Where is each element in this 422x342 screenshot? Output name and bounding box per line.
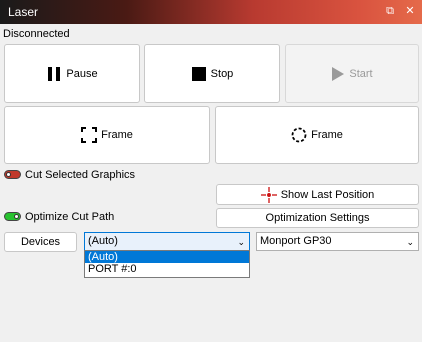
optimize-cut-path-toggle[interactable] [4,212,21,221]
port-select[interactable]: (Auto) ⌄ [84,232,250,251]
stop-label: Stop [210,67,234,80]
toggle-knob [6,172,11,177]
port-option[interactable]: PORT #:0 [85,263,249,275]
window-titlebar: Laser ⧉ ✕ [0,0,422,24]
port-dropdown-list: (Auto) PORT #:0 [84,250,250,278]
close-icon[interactable]: ✕ [402,3,418,19]
cut-selected-toggle[interactable] [4,170,21,179]
start-label: Start [349,67,373,80]
start-button[interactable]: Start [285,44,419,103]
stop-button[interactable]: Stop [144,44,280,103]
optimize-cut-path-label: Optimize Cut Path [25,211,115,223]
frame-square-button[interactable]: Frame [4,106,210,164]
pause-label: Pause [66,67,98,80]
devices-label: Devices [20,236,61,248]
device-select-value: Monport GP30 [260,235,332,247]
frame-square-label: Frame [101,129,133,141]
cut-selected-label: Cut Selected Graphics [25,169,136,181]
optimization-settings-button[interactable]: Optimization Settings [216,208,419,228]
toggle-knob [14,214,19,219]
connection-status: Disconnected [3,28,70,40]
pause-button[interactable]: Pause [4,44,140,103]
show-last-position-button[interactable]: Show Last Position [216,184,419,205]
chevron-down-icon: ⌄ [406,237,414,247]
pause-icon [46,66,62,82]
frame-circle-button[interactable]: Frame [215,106,419,164]
frame-circle-label: Frame [311,129,343,141]
port-option[interactable]: (Auto) [85,251,249,263]
devices-button[interactable]: Devices [4,232,77,252]
chevron-down-icon: ⌄ [237,237,245,247]
window-title: Laser [8,5,39,19]
stop-icon [191,66,207,82]
optimization-settings-label: Optimization Settings [265,212,370,224]
frame-circle-icon [291,127,307,143]
device-select[interactable]: Monport GP30 ⌄ [256,232,419,251]
show-last-position-label: Show Last Position [280,188,375,201]
crosshair-icon [260,186,277,203]
frame-square-icon [81,127,98,143]
port-select-value: (Auto) [88,235,118,247]
play-icon [331,66,345,82]
float-window-icon[interactable]: ⧉ [382,3,398,19]
